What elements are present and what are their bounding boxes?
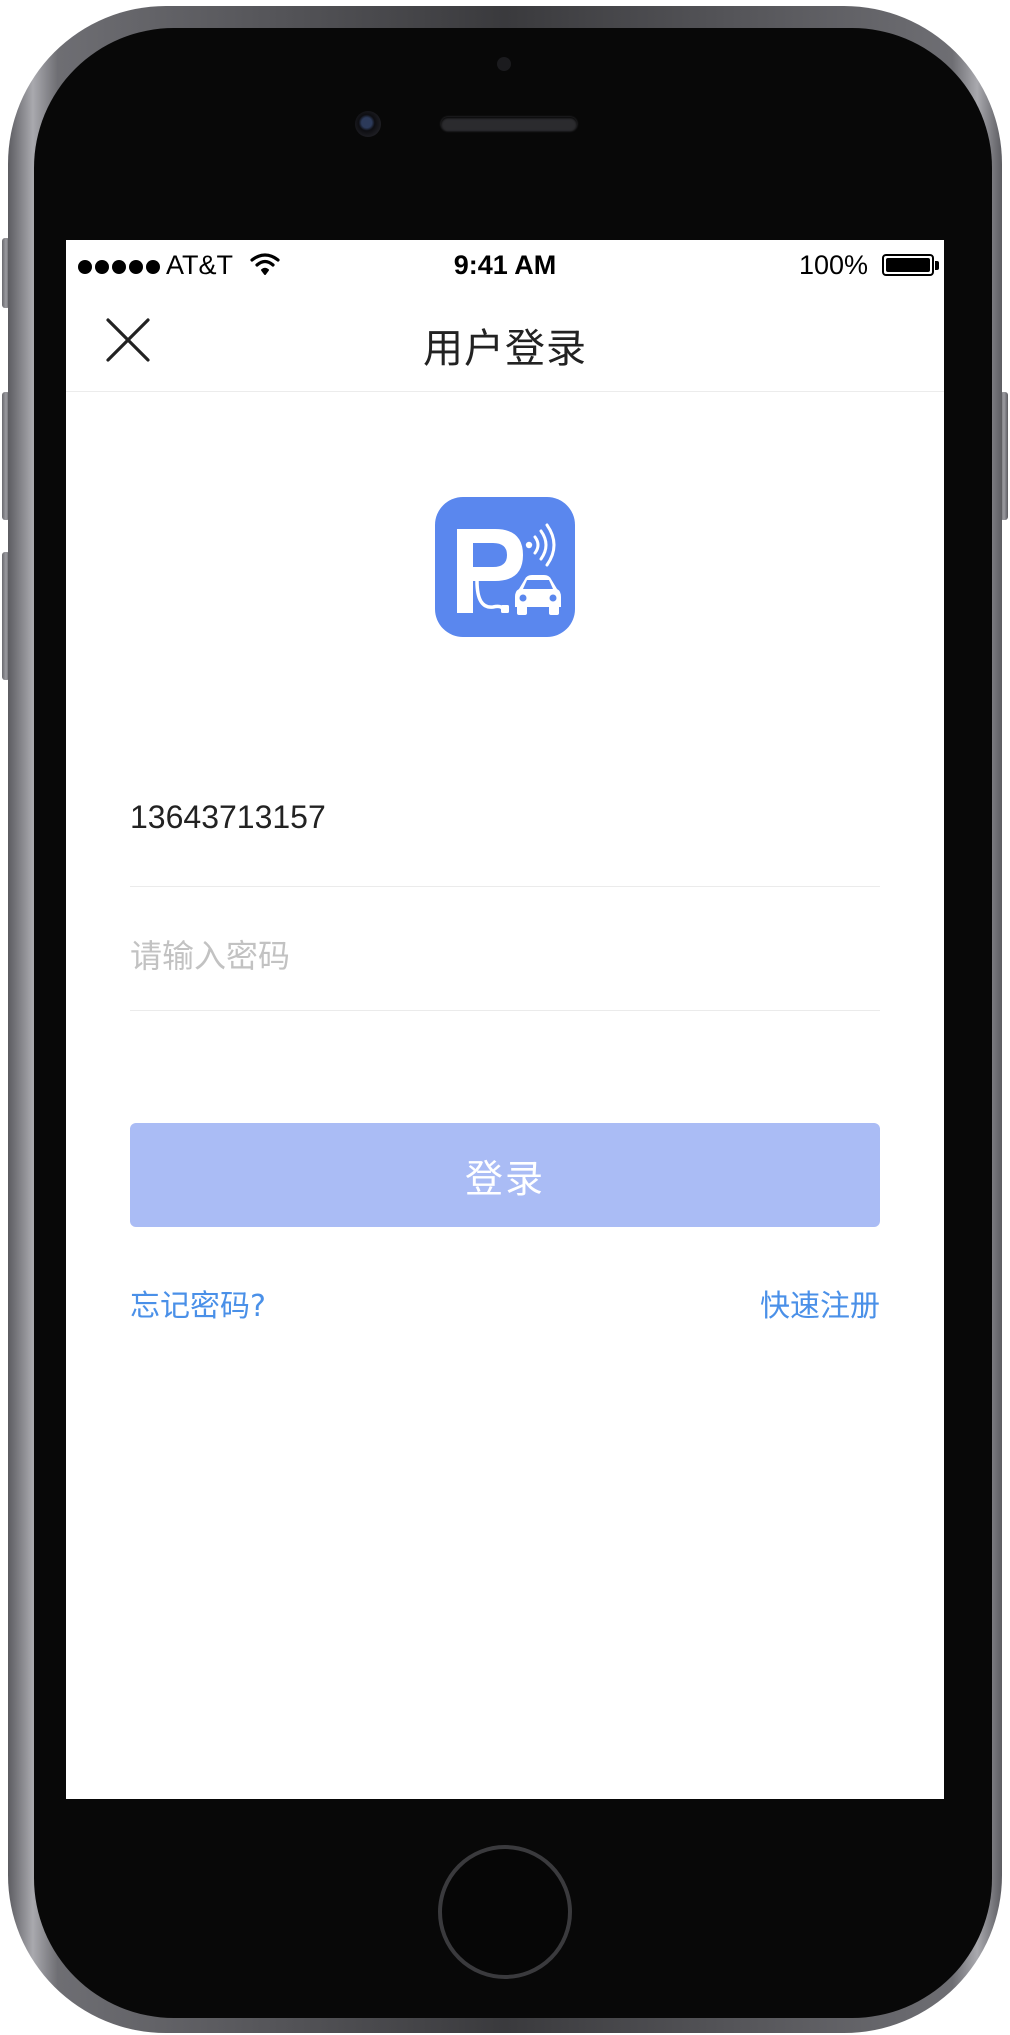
proximity-sensor	[497, 57, 511, 71]
battery-cap	[935, 261, 939, 270]
nav-bar: 用户登录	[66, 290, 944, 392]
page-title: 用户登录	[423, 326, 587, 372]
battery-percentage: 100%	[798, 250, 868, 280]
password-input-divider	[130, 1010, 880, 1011]
forgot-password-link[interactable]: 忘记密码?	[130, 1281, 266, 1325]
battery-icon	[882, 254, 934, 276]
status-bar: AT&T 9:41 AM 100%	[66, 240, 944, 290]
quick-register-link[interactable]: 快速注册	[760, 1281, 880, 1325]
login-button[interactable]: 登录	[130, 1123, 880, 1227]
parking-ev-logo-icon	[457, 523, 561, 615]
device-mockup: AT&T 9:41 AM 100% 用户登录 13643713157 登录 忘记…	[0, 0, 1010, 2035]
front-camera	[355, 111, 381, 137]
screen: AT&T 9:41 AM 100% 用户登录 13643713157 登录 忘记…	[66, 240, 944, 1799]
phone-number-input[interactable]	[130, 787, 880, 847]
phone-input-divider	[130, 886, 880, 887]
home-button	[438, 1845, 572, 1979]
app-logo	[435, 497, 575, 637]
earpiece-speaker	[441, 117, 577, 131]
password-input[interactable]	[130, 926, 880, 986]
